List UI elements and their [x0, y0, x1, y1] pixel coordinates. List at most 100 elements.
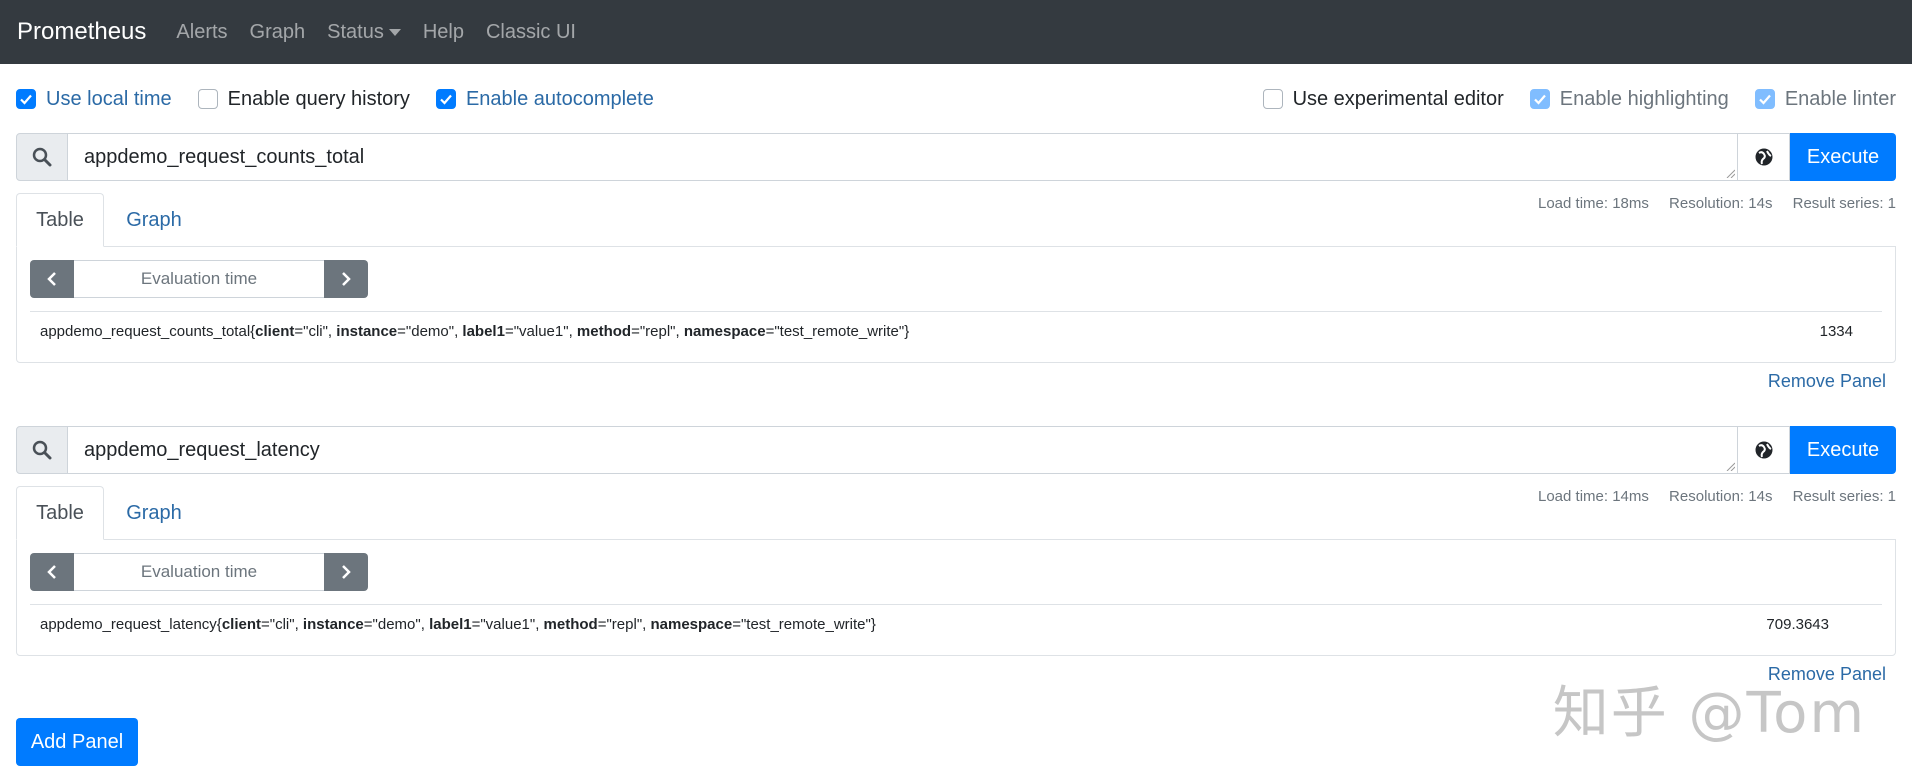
label-key: method — [576, 323, 632, 340]
globe-icon — [1755, 148, 1772, 166]
label-key: client — [255, 323, 295, 340]
checkbox-use-local-time[interactable] — [16, 89, 36, 109]
label-key: method — [543, 616, 598, 633]
caret-down-icon — [388, 28, 401, 36]
result-series-label: appdemo_request_counts_total{client="cli… — [40, 323, 1882, 340]
checkbox-enable-linter[interactable] — [1754, 89, 1775, 109]
load-time: Load time: 14ms — [1537, 488, 1649, 505]
label-value: ="repl", — [631, 323, 684, 340]
expression-text: appdemo_request_counts_total — [84, 145, 365, 168]
label-brace-close: } — [904, 323, 910, 340]
tab-table[interactable]: Table — [16, 486, 104, 540]
evaluation-time-picker: Evaluation time — [30, 553, 368, 591]
label-value: ="test_remote_write" — [765, 323, 905, 340]
label-enable-linter: Enable linter — [1784, 87, 1896, 110]
evaluation-time-input[interactable]: Evaluation time — [74, 553, 324, 591]
check-icon — [440, 94, 452, 105]
label-value: ="cli", — [261, 616, 303, 633]
metrics-explorer-button[interactable] — [1738, 426, 1790, 474]
check-icon — [1534, 94, 1546, 105]
table-tab-content: Evaluation time appdemo_request_counts_t… — [16, 246, 1896, 363]
option-use-local-time[interactable]: Use local time — [16, 88, 172, 111]
eval-prev-button[interactable] — [30, 260, 74, 298]
checkbox-enable-autocomplete[interactable] — [435, 89, 456, 109]
label-enable-autocomplete: Enable autocomplete — [465, 87, 654, 110]
result-divider — [30, 604, 1882, 605]
option-enable-autocomplete[interactable]: Enable autocomplete — [435, 87, 654, 111]
resize-handle-icon[interactable] — [1725, 168, 1735, 178]
option-use-experimental-editor[interactable]: Use experimental editor — [1262, 88, 1504, 111]
label-value: ="cli", — [294, 323, 337, 340]
label-key: instance — [302, 616, 364, 633]
checkbox-use-experimental-editor[interactable] — [1262, 89, 1283, 109]
tab-graph[interactable]: Graph — [104, 193, 204, 247]
eval-next-button[interactable] — [324, 260, 368, 298]
check-icon — [20, 94, 32, 105]
result-value: 1334 — [1819, 323, 1853, 340]
eval-next-button[interactable] — [324, 553, 368, 591]
top-navbar: Prometheus Alerts Graph Status Help Clas… — [0, 0, 1912, 64]
label-enable-highlighting: Enable highlighting — [1559, 87, 1729, 110]
label-value: ="repl", — [597, 616, 651, 633]
options-bar: Use local time Enable query history Enab… — [16, 82, 1896, 116]
evaluation-time-picker: Evaluation time — [30, 260, 368, 298]
result-value: 709.3643 — [1766, 616, 1829, 633]
expression-input[interactable]: appdemo_request_latency — [68, 426, 1738, 474]
result-series: Result series: 1 — [1792, 488, 1896, 505]
label-key: instance — [336, 323, 398, 340]
nav-alerts[interactable]: Alerts — [176, 21, 227, 44]
label-value: ="test_remote_write" — [732, 616, 871, 633]
tab-graph[interactable]: Graph — [104, 486, 204, 540]
resolution: Resolution: 14s — [1669, 195, 1773, 212]
query-stats: Load time: 18ms Resolution: 14s Result s… — [1522, 195, 1896, 212]
label-value: ="value1", — [471, 616, 544, 633]
expression-input[interactable]: appdemo_request_counts_total — [68, 133, 1738, 181]
brand-logo[interactable]: Prometheus — [17, 18, 146, 46]
chevron-left-icon — [47, 272, 56, 286]
metric-name: appdemo_request_counts_total — [40, 323, 251, 340]
eval-prev-button[interactable] — [30, 553, 74, 591]
query-row: appdemo_request_latency Execute — [16, 426, 1896, 474]
label-value: ="demo", — [397, 323, 463, 340]
nav-status-label: Status — [327, 20, 384, 43]
chevron-right-icon — [342, 272, 351, 286]
option-enable-linter[interactable]: Enable linter — [1754, 87, 1896, 111]
tab-table[interactable]: Table — [16, 193, 104, 247]
remove-panel-link[interactable]: Remove Panel — [1768, 371, 1886, 392]
chevron-right-icon — [342, 565, 351, 579]
label-key: label1 — [429, 616, 472, 633]
search-icon — [16, 426, 68, 474]
label-key: namespace — [683, 323, 766, 340]
result-series: Result series: 1 — [1792, 195, 1896, 212]
evaluation-time-input[interactable]: Evaluation time — [74, 260, 324, 298]
globe-icon — [1755, 441, 1772, 459]
nav-classic-ui[interactable]: Classic UI — [486, 21, 576, 44]
options-right: Use experimental editor Enable highlight… — [1237, 88, 1896, 111]
option-enable-highlighting[interactable]: Enable highlighting — [1529, 87, 1729, 111]
result-divider — [30, 311, 1882, 312]
add-panel-button[interactable]: Add Panel — [16, 718, 138, 766]
label-enable-query-history: Enable query history — [227, 87, 410, 110]
option-enable-query-history[interactable]: Enable query history — [197, 87, 410, 111]
query-panel-1: appdemo_request_counts_total Execute Tab… — [16, 133, 1896, 391]
checkbox-enable-highlighting[interactable] — [1529, 89, 1550, 109]
panel-tabs: Table Graph Load time: 14ms Resolution: … — [16, 486, 1896, 656]
nav-graph[interactable]: Graph — [250, 21, 306, 44]
metrics-explorer-button[interactable] — [1738, 133, 1790, 181]
execute-button[interactable]: Execute — [1790, 426, 1896, 474]
label-value: ="demo", — [363, 616, 430, 633]
label-use-local-time: Use local time — [46, 87, 172, 110]
chevron-left-icon — [47, 565, 56, 579]
label-key: namespace — [650, 616, 733, 633]
execute-button[interactable]: Execute — [1790, 133, 1896, 181]
resize-handle-icon[interactable] — [1725, 461, 1735, 471]
checkbox-enable-query-history[interactable] — [197, 89, 218, 109]
nav-status-dropdown[interactable]: Status — [327, 21, 401, 44]
watermark-text: 知乎 @Tom — [1552, 681, 1866, 746]
nav-help[interactable]: Help — [423, 21, 464, 44]
resolution: Resolution: 14s — [1669, 488, 1773, 505]
result-series-label: appdemo_request_latency{client="cli", in… — [40, 616, 1882, 633]
panel-tabs: Table Graph Load time: 18ms Resolution: … — [16, 193, 1896, 363]
table-tab-content: Evaluation time appdemo_request_latency{… — [16, 539, 1896, 656]
query-panel-2: appdemo_request_latency Execute Table Gr… — [16, 426, 1896, 684]
